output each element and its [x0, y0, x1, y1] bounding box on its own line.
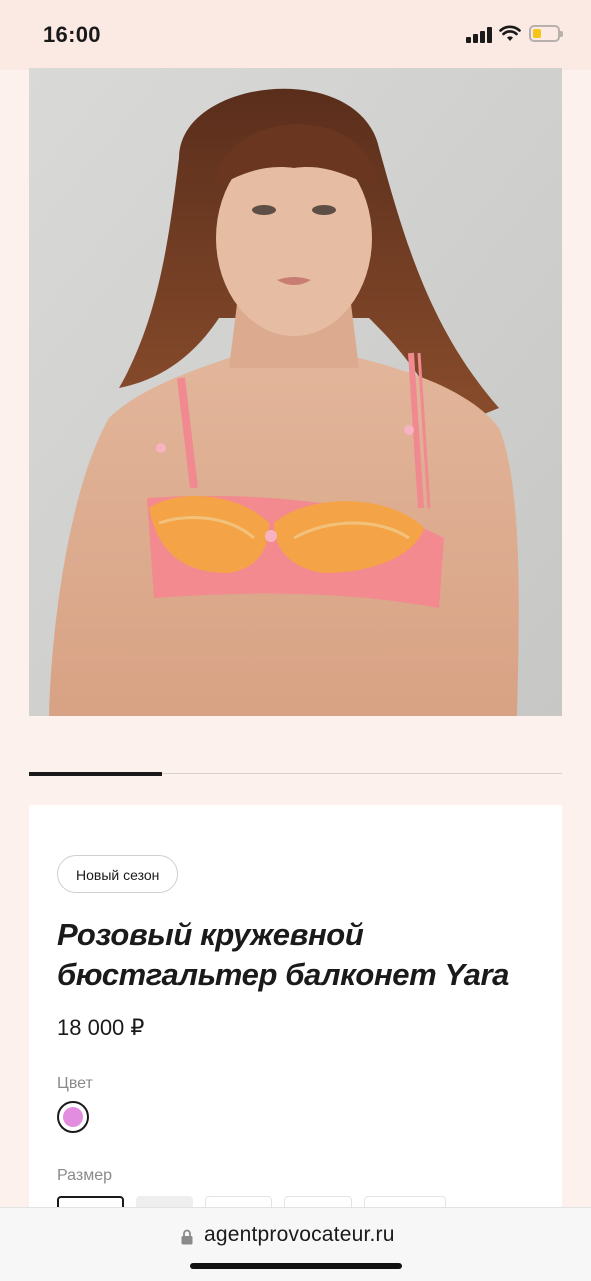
home-indicator[interactable]	[190, 1263, 402, 1269]
signal-icon	[466, 27, 492, 43]
lock-icon	[181, 1229, 193, 1245]
product-title: Розовый кружевной бюстгальтер балконет Y…	[57, 917, 509, 992]
size-label: Размер	[57, 1167, 112, 1184]
product-price: 18 000 ₽	[57, 1015, 145, 1040]
color-swatch-dot	[63, 1107, 83, 1127]
url-text[interactable]: agentprovocateur.ru	[204, 1223, 395, 1247]
browser-url-bar[interactable]: agentprovocateur.ru	[0, 1207, 591, 1281]
color-label: Цвет	[57, 1075, 93, 1092]
wifi-icon	[499, 25, 521, 41]
color-swatch-selected[interactable]	[57, 1101, 89, 1133]
new-season-badge: Новый сезон	[57, 855, 179, 893]
gallery-progress-active	[29, 772, 162, 776]
status-time: 16:00	[43, 22, 101, 47]
product-photo[interactable]	[29, 68, 562, 716]
status-bar: 16:00	[0, 0, 591, 70]
battery-icon	[529, 25, 563, 42]
